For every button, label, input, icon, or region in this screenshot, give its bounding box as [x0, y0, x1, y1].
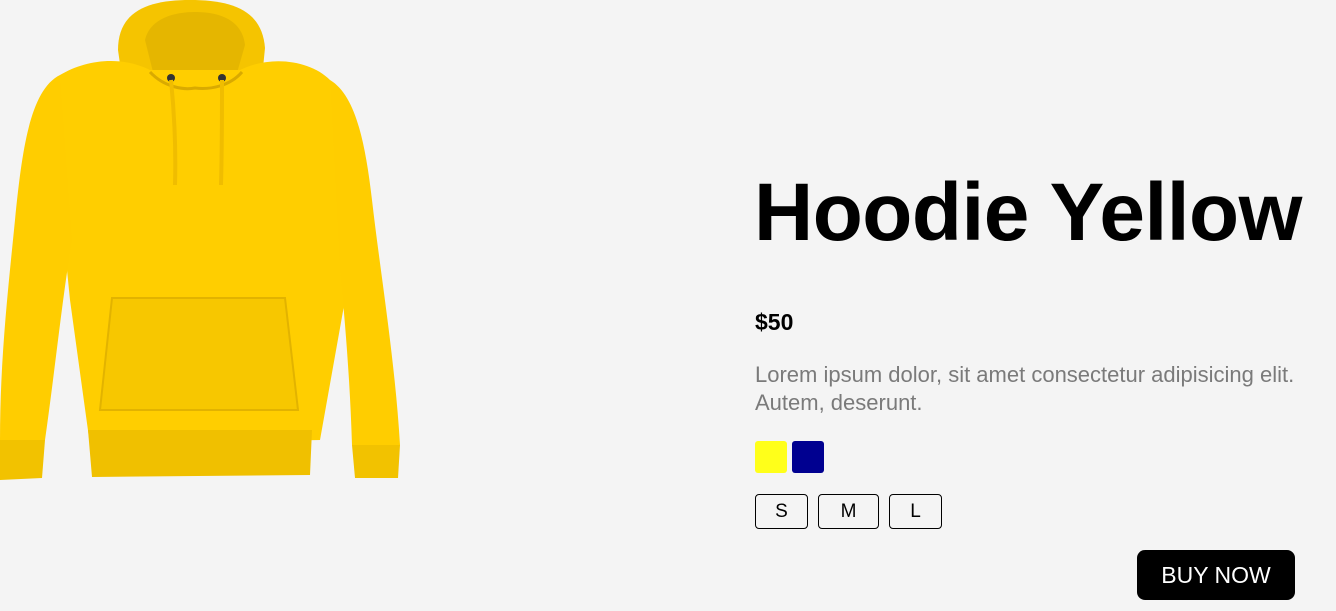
hoodie-image: [0, 0, 410, 490]
product-title: Hoodie Yellow: [754, 167, 1302, 258]
buy-now-button[interactable]: BUY NOW: [1137, 550, 1295, 600]
product-page: Hoodie Yellow $50 Lorem ipsum dolor, sit…: [0, 0, 1336, 611]
size-button-l[interactable]: L: [889, 494, 942, 529]
product-description: Lorem ipsum dolor, sit amet consectetur …: [755, 362, 1295, 415]
color-swatch-navy[interactable]: [792, 441, 824, 473]
size-options: S M L: [755, 494, 942, 529]
color-swatch-yellow[interactable]: [755, 441, 787, 473]
size-button-m[interactable]: M: [818, 494, 879, 529]
color-options: [755, 441, 824, 473]
size-button-s[interactable]: S: [755, 494, 808, 529]
product-price: $50: [755, 309, 794, 335]
